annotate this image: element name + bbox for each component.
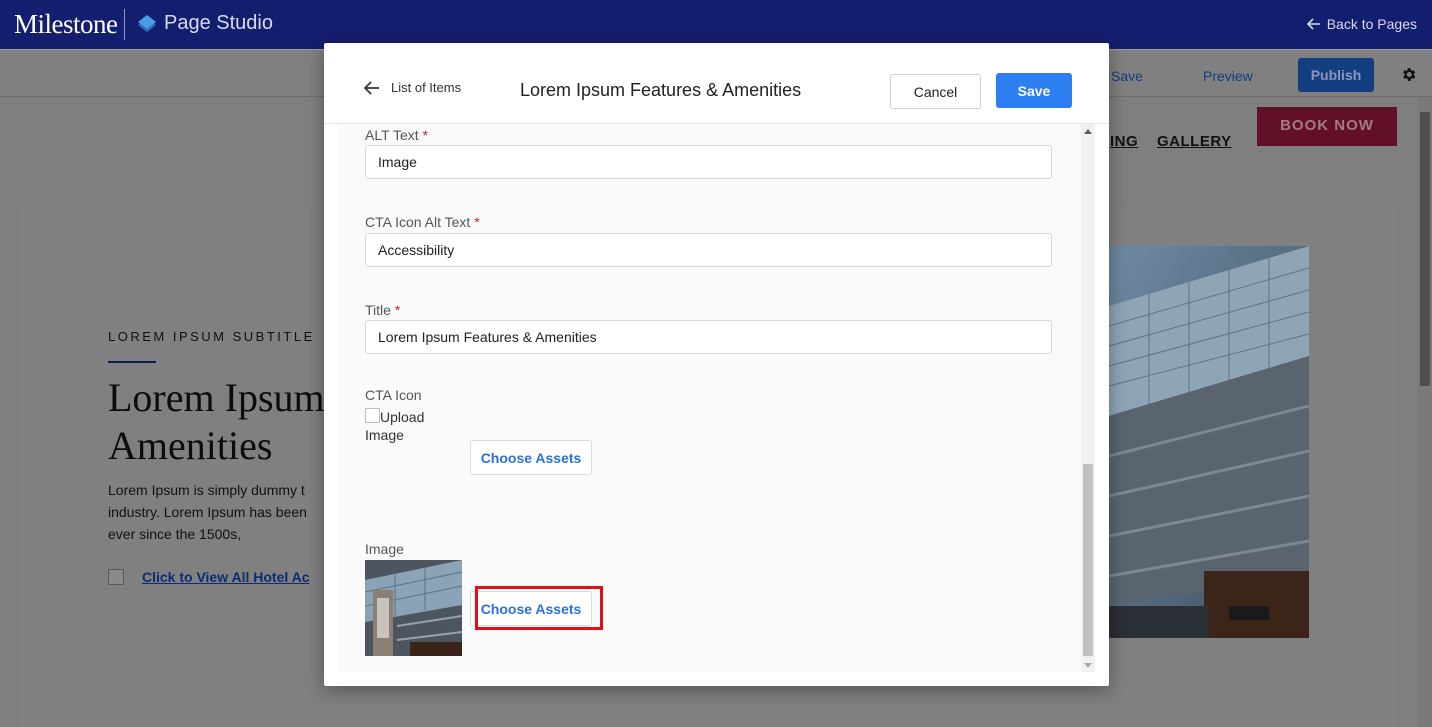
nav-item-partial[interactable]: ING bbox=[1110, 133, 1138, 150]
scroll-down-arrow-icon[interactable] bbox=[1084, 663, 1092, 668]
layers-icon bbox=[137, 14, 157, 39]
modal-scrollbar-thumb[interactable] bbox=[1083, 464, 1093, 656]
hotel-atrium-image bbox=[1109, 246, 1309, 638]
view-amenities-link[interactable]: Click to View All Hotel Ac bbox=[108, 569, 310, 585]
save-button[interactable]: Save bbox=[996, 73, 1072, 108]
page-scrollbar-thumb[interactable] bbox=[1420, 112, 1430, 386]
cancel-button[interactable]: Cancel bbox=[890, 74, 981, 109]
alt-text-label-text: ALT Text bbox=[365, 127, 419, 143]
toolbar-save-link[interactable]: Save bbox=[1111, 68, 1143, 84]
arrow-left-icon bbox=[1306, 18, 1320, 30]
body-line: industry. Lorem Ipsum has been bbox=[108, 504, 307, 520]
scroll-up-arrow-icon[interactable] bbox=[1084, 129, 1092, 134]
upload-image-checkbox[interactable] bbox=[365, 408, 380, 423]
section-heading: Lorem Ipsum Amenities bbox=[108, 374, 325, 470]
body-line: ever since the 1500s, bbox=[108, 526, 242, 542]
image-label: Image bbox=[365, 541, 404, 557]
title-label: Title * bbox=[365, 302, 400, 318]
required-mark: * bbox=[474, 214, 480, 230]
cta-alt-text-label: CTA Icon Alt Text * bbox=[365, 214, 480, 230]
modal-scrollbar[interactable] bbox=[1081, 124, 1095, 672]
title-input[interactable] bbox=[365, 320, 1052, 354]
product-title: Page Studio bbox=[164, 12, 273, 34]
image-thumbnail bbox=[365, 560, 462, 656]
modal-title: Lorem Ipsum Features & Amenities bbox=[520, 80, 802, 100]
cta-alt-text-label-text: CTA Icon Alt Text bbox=[365, 214, 471, 230]
back-to-list-label: List of Items bbox=[391, 80, 462, 95]
alt-text-label: ALT Text * bbox=[365, 127, 428, 143]
title-label-text: Title bbox=[365, 302, 391, 318]
cta-choose-assets-button[interactable]: Choose Assets bbox=[470, 440, 592, 475]
publish-button[interactable]: Publish bbox=[1298, 58, 1374, 92]
upload-label-line2: Image bbox=[365, 427, 404, 443]
brand-divider bbox=[124, 9, 125, 40]
back-to-pages-label: Back to Pages bbox=[1326, 16, 1417, 32]
arrow-left-icon bbox=[364, 80, 379, 95]
image-choose-assets-button[interactable]: Choose Assets bbox=[470, 591, 592, 626]
book-now-button[interactable]: BOOK NOW bbox=[1257, 107, 1397, 146]
cta-icon-label: CTA Icon bbox=[365, 387, 422, 403]
gear-icon[interactable] bbox=[1400, 66, 1417, 88]
back-to-pages-link[interactable]: Back to Pages bbox=[1306, 16, 1417, 32]
required-mark: * bbox=[394, 302, 401, 318]
upload-image-option: Upload Image bbox=[365, 407, 424, 445]
brand-logo[interactable]: Milestone bbox=[14, 9, 118, 40]
heading-line: Amenities bbox=[108, 423, 273, 468]
body-line: Lorem Ipsum is simply dummy t bbox=[108, 482, 305, 498]
modal-header: List of Items Lorem Ipsum Features & Ame… bbox=[324, 43, 1109, 124]
edit-item-modal: List of Items Lorem Ipsum Features & Ame… bbox=[324, 43, 1109, 686]
top-app-bar: Milestone Page Studio Back to Pages bbox=[0, 0, 1432, 49]
view-amenities-label: Click to View All Hotel Ac bbox=[142, 569, 310, 585]
section-subtitle: LOREM IPSUM SUBTITLE bbox=[108, 329, 315, 344]
upload-label: Upload bbox=[380, 409, 425, 425]
subtitle-divider bbox=[108, 361, 156, 363]
broken-image-icon bbox=[108, 569, 124, 585]
required-mark: * bbox=[422, 127, 429, 143]
heading-line: Lorem Ipsum bbox=[108, 375, 325, 420]
toolbar-preview-link[interactable]: Preview bbox=[1203, 68, 1253, 84]
section-body: Lorem Ipsum is simply dummy t industry. … bbox=[108, 479, 332, 545]
nav-item-gallery[interactable]: GALLERY bbox=[1157, 133, 1232, 150]
cta-alt-text-input[interactable] bbox=[365, 233, 1052, 267]
alt-text-input[interactable] bbox=[365, 145, 1052, 179]
modal-form: ALT Text * CTA Icon Alt Text * Title * C… bbox=[338, 124, 1081, 672]
back-to-list-button[interactable]: List of Items bbox=[364, 80, 461, 95]
